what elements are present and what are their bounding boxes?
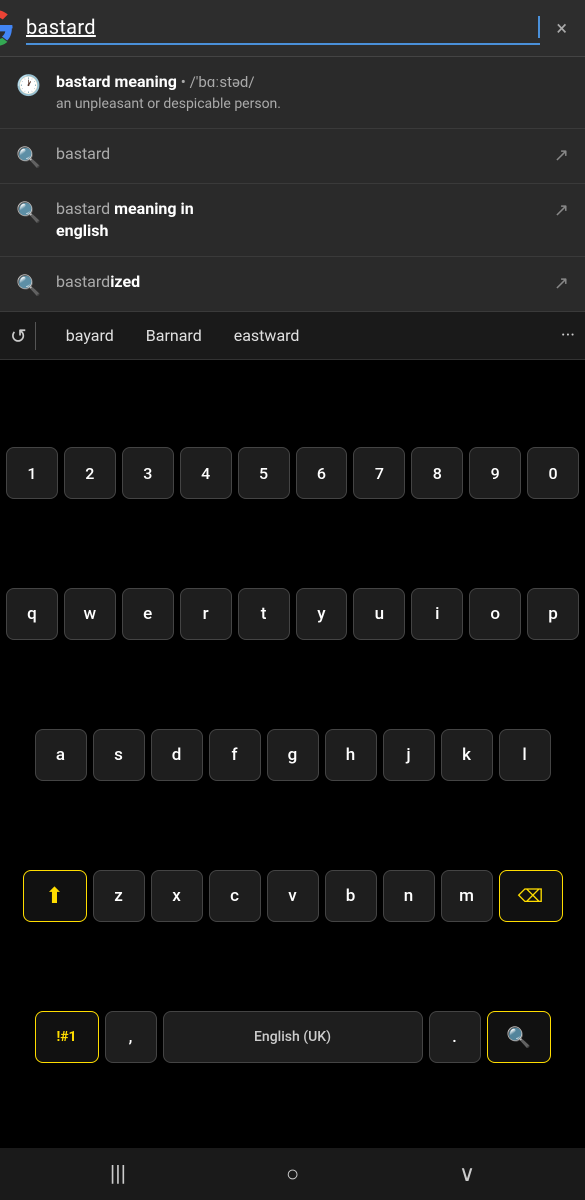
recents-nav-button[interactable]: ∨ (439, 1154, 495, 1195)
suggestion-bold-english: english (56, 221, 108, 240)
key-y[interactable]: y (296, 588, 348, 640)
arrow-icon-1: ↗ (554, 145, 569, 166)
comma-key[interactable]: , (105, 1011, 157, 1063)
arrow-icon-3: ↗ (554, 273, 569, 294)
text-cursor (538, 16, 540, 38)
keyboard-keys: 1 2 3 4 5 6 7 8 9 0 q w e r t y u i o p … (0, 360, 585, 1148)
suggestions-list: 🕐 bastard meaning • /'bɑːstəd/ an unplea… (0, 57, 585, 312)
backspace-key[interactable]: ⌫ (499, 870, 563, 922)
suggestion-item-bastardized[interactable]: 🔍 bastardized ↗ (0, 257, 585, 312)
suggestion-title-meaning-english: bastard meaning in english (56, 198, 538, 243)
zxcv-row: ⬆ z x c v b n m ⌫ (6, 870, 579, 922)
key-j[interactable]: j (383, 729, 435, 781)
keyboard: ↺ bayard Barnard eastward ··· 1 2 3 4 5 … (0, 312, 585, 1148)
key-1[interactable]: 1 (6, 447, 58, 499)
suggestion-text-bastard2: bastard (56, 199, 110, 218)
key-z[interactable]: z (93, 870, 145, 922)
key-3[interactable]: 3 (122, 447, 174, 499)
bottom-row: !#1 , English (UK) . 🔍 (6, 1011, 579, 1063)
google-g-logo (0, 10, 14, 46)
search-input-wrapper[interactable]: bastard (26, 11, 540, 45)
suggestion-text-bastard3: bastard (56, 272, 110, 291)
key-d[interactable]: d (151, 729, 203, 781)
key-i[interactable]: i (411, 588, 463, 640)
search-input-text: bastard (26, 11, 537, 43)
key-0[interactable]: 0 (527, 447, 579, 499)
suggestion-content-meaning-english: bastard meaning in english (56, 198, 538, 243)
search-bar: bastard × (0, 0, 585, 57)
search-icon-3: 🔍 (16, 273, 40, 297)
key-t[interactable]: t (238, 588, 290, 640)
key-w[interactable]: w (64, 588, 116, 640)
key-k[interactable]: k (441, 729, 493, 781)
suggestion-bold-history: bastard meaning (56, 72, 177, 91)
key-p[interactable]: p (527, 588, 579, 640)
more-suggestions-button[interactable]: ··· (561, 325, 575, 346)
key-7[interactable]: 7 (353, 447, 405, 499)
suggestion-title-bastardized: bastardized (56, 271, 538, 293)
key-h[interactable]: h (325, 729, 377, 781)
asdf-row: a s d f g h j k l (6, 729, 579, 781)
number-row: 1 2 3 4 5 6 7 8 9 0 (6, 447, 579, 499)
key-s[interactable]: s (93, 729, 145, 781)
suggestion-bold-ized: ized (110, 272, 140, 291)
word-suggestions-bar: ↺ bayard Barnard eastward ··· (0, 312, 585, 360)
emoji-button[interactable]: ↺ (10, 324, 27, 348)
search-key-icon: 🔍 (506, 1025, 531, 1049)
clock-icon: 🕐 (16, 73, 40, 97)
key-u[interactable]: u (353, 588, 405, 640)
clear-button[interactable]: × (552, 12, 571, 44)
back-nav-button[interactable]: ||| (90, 1154, 146, 1195)
suggestion-bold-meaning: meaning in (110, 199, 194, 218)
period-key[interactable]: . (429, 1011, 481, 1063)
suggestion-item-history[interactable]: 🕐 bastard meaning • /'bɑːstəd/ an unplea… (0, 57, 585, 129)
backspace-icon: ⌫ (518, 886, 543, 907)
search-icon-2: 🔍 (16, 200, 40, 224)
spacebar[interactable]: English (UK) (163, 1011, 423, 1063)
word-bar-divider (35, 322, 36, 350)
key-f[interactable]: f (209, 729, 261, 781)
suggestion-subtitle-history: an unpleasant or despicable person. (56, 95, 569, 113)
word-suggestion-1[interactable]: bayard (50, 322, 130, 349)
key-c[interactable]: c (209, 870, 261, 922)
shift-key[interactable]: ⬆ (23, 870, 87, 922)
suggestion-content-bastard: bastard (56, 143, 538, 165)
key-6[interactable]: 6 (296, 447, 348, 499)
search-key[interactable]: 🔍 (487, 1011, 551, 1063)
key-8[interactable]: 8 (411, 447, 463, 499)
suggestion-item-meaning-english[interactable]: 🔍 bastard meaning in english ↗ (0, 184, 585, 258)
key-x[interactable]: x (151, 870, 203, 922)
search-icon-1: 🔍 (16, 145, 40, 169)
key-9[interactable]: 9 (469, 447, 521, 499)
key-b[interactable]: b (325, 870, 377, 922)
shift-icon: ⬆ (45, 884, 63, 909)
key-e[interactable]: e (122, 588, 174, 640)
suggestion-title-bastard: bastard (56, 143, 538, 165)
key-n[interactable]: n (383, 870, 435, 922)
suggestion-phonetic: • /'bɑːstəd/ (181, 73, 255, 91)
suggestion-title-history: bastard meaning • /'bɑːstəd/ (56, 71, 569, 93)
key-2[interactable]: 2 (64, 447, 116, 499)
word-suggestion-3[interactable]: eastward (218, 322, 316, 349)
key-g[interactable]: g (267, 729, 319, 781)
home-nav-button[interactable]: ○ (266, 1153, 319, 1195)
qwerty-row: q w e r t y u i o p (6, 588, 579, 640)
suggestion-content-bastardized: bastardized (56, 271, 538, 293)
key-q[interactable]: q (6, 588, 58, 640)
key-5[interactable]: 5 (238, 447, 290, 499)
key-4[interactable]: 4 (180, 447, 232, 499)
key-v[interactable]: v (267, 870, 319, 922)
key-r[interactable]: r (180, 588, 232, 640)
bottom-navigation: ||| ○ ∨ (0, 1148, 585, 1200)
suggestion-text-bastard: bastard (56, 144, 110, 163)
suggestion-content-history: bastard meaning • /'bɑːstəd/ an unpleasa… (56, 71, 569, 114)
word-suggestion-2[interactable]: Barnard (130, 322, 218, 349)
key-m[interactable]: m (441, 870, 493, 922)
key-o[interactable]: o (469, 588, 521, 640)
suggestion-item-bastard[interactable]: 🔍 bastard ↗ (0, 129, 585, 184)
special-chars-key[interactable]: !#1 (35, 1011, 99, 1063)
key-l[interactable]: l (499, 729, 551, 781)
arrow-icon-2: ↗ (554, 200, 569, 221)
key-a[interactable]: a (35, 729, 87, 781)
